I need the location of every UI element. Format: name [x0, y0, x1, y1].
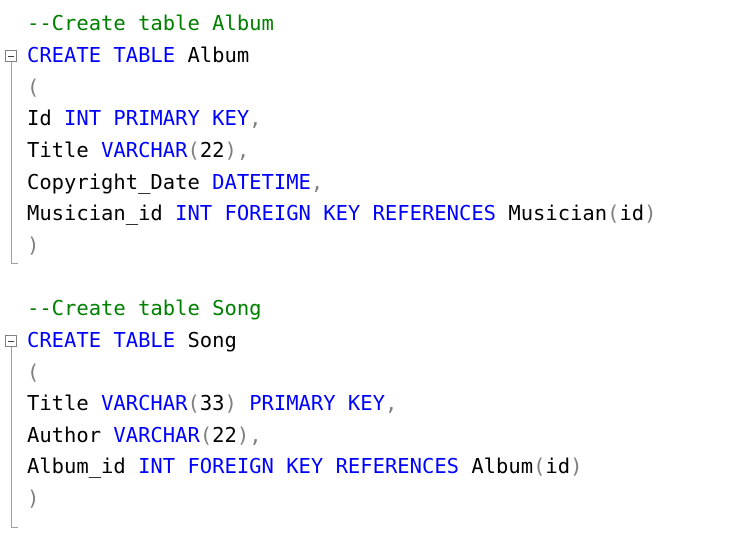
close-paren: ): [644, 201, 657, 225]
collapse-minus-icon[interactable]: [5, 50, 17, 62]
close-paren: ): [27, 486, 40, 510]
table-name: Album: [187, 43, 250, 67]
keyword-int: INT: [175, 201, 213, 225]
code-line-4[interactable]: Id INT PRIMARY KEY,: [27, 103, 262, 134]
keyword-varchar: VARCHAR: [101, 138, 188, 162]
keyword-int: INT: [138, 454, 176, 478]
open-paren: (: [27, 75, 40, 99]
column-name: Copyright_Date: [27, 170, 200, 194]
keyword-varchar: VARCHAR: [101, 391, 188, 415]
sql-comment: --Create table Album: [27, 11, 274, 35]
close-paren: ): [224, 138, 237, 162]
fold-guide-end: [11, 527, 18, 528]
keyword-datetime: DATETIME: [212, 170, 311, 194]
referenced-column: id: [619, 201, 645, 225]
type-length: 22: [212, 423, 237, 447]
keyword-primary-key: PRIMARY KEY: [113, 106, 250, 130]
code-line-16[interactable]: ): [27, 483, 39, 514]
sql-comment: --Create table Song: [27, 296, 262, 320]
code-line-7[interactable]: Musician_id INT FOREIGN KEY REFERENCES M…: [27, 198, 656, 229]
comma: ,: [249, 106, 262, 130]
keyword-references: REFERENCES: [372, 201, 497, 225]
code-line-14[interactable]: Author VARCHAR(22),: [27, 420, 262, 451]
code-line-3[interactable]: (: [27, 72, 39, 103]
keyword-create: CREATE: [27, 43, 102, 67]
comma: ,: [384, 391, 398, 415]
comma: ,: [249, 423, 262, 447]
code-line-1[interactable]: --Create table Album: [27, 8, 274, 39]
fold-guide-line: [11, 347, 12, 527]
open-paren: (: [27, 360, 40, 384]
referenced-table: Musician: [508, 201, 608, 225]
sql-code-editor[interactable]: --Create table Album CREATE TABLE Album …: [0, 0, 756, 540]
column-name: Title: [27, 138, 89, 162]
keyword-create: CREATE: [27, 328, 102, 352]
column-name: Title: [27, 391, 89, 415]
close-paren: ): [570, 454, 583, 478]
comma: ,: [236, 138, 250, 162]
code-line-11[interactable]: CREATE TABLE Song: [27, 325, 237, 356]
open-paren: (: [187, 138, 200, 162]
referenced-column: id: [545, 454, 571, 478]
keyword-references: REFERENCES: [335, 454, 459, 478]
keyword-primary-key: PRIMARY KEY: [249, 391, 385, 415]
close-paren: ): [27, 233, 40, 257]
column-name: Id: [27, 106, 52, 130]
code-line-15[interactable]: Album_id INT FOREIGN KEY REFERENCES Albu…: [27, 451, 582, 482]
referenced-table: Album: [471, 454, 534, 478]
type-length: 22: [199, 138, 225, 162]
code-line-10[interactable]: --Create table Song: [27, 293, 262, 324]
open-paren: (: [533, 454, 546, 478]
code-line-8[interactable]: ): [27, 230, 39, 261]
code-line-5[interactable]: Title VARCHAR(22),: [27, 135, 249, 166]
code-line-6[interactable]: Copyright_Date DATETIME,: [27, 167, 323, 198]
close-paren: ): [224, 391, 237, 415]
code-line-13[interactable]: Title VARCHAR(33) PRIMARY KEY,: [27, 388, 397, 419]
open-paren: (: [187, 391, 200, 415]
keyword-varchar: VARCHAR: [113, 423, 200, 447]
fold-guide-line: [11, 62, 12, 263]
close-paren: ): [236, 423, 250, 447]
open-paren: (: [607, 201, 620, 225]
collapse-minus-icon[interactable]: [5, 335, 17, 347]
column-name: Album_id: [27, 454, 126, 478]
keyword-foreign-key: FOREIGN KEY: [224, 201, 361, 225]
keyword-int: INT: [64, 106, 102, 130]
column-name: Author: [27, 423, 102, 447]
keyword-table: TABLE: [113, 328, 176, 352]
code-line-12[interactable]: (: [27, 357, 39, 388]
code-line-2[interactable]: CREATE TABLE Album: [27, 40, 249, 71]
open-paren: (: [199, 423, 213, 447]
fold-guide-end: [11, 263, 18, 264]
keyword-foreign-key: FOREIGN KEY: [187, 454, 324, 478]
comma: ,: [310, 170, 324, 194]
table-name: Song: [187, 328, 237, 352]
column-name: Musician_id: [27, 201, 163, 225]
type-length: 33: [199, 391, 225, 415]
keyword-table: TABLE: [113, 43, 176, 67]
